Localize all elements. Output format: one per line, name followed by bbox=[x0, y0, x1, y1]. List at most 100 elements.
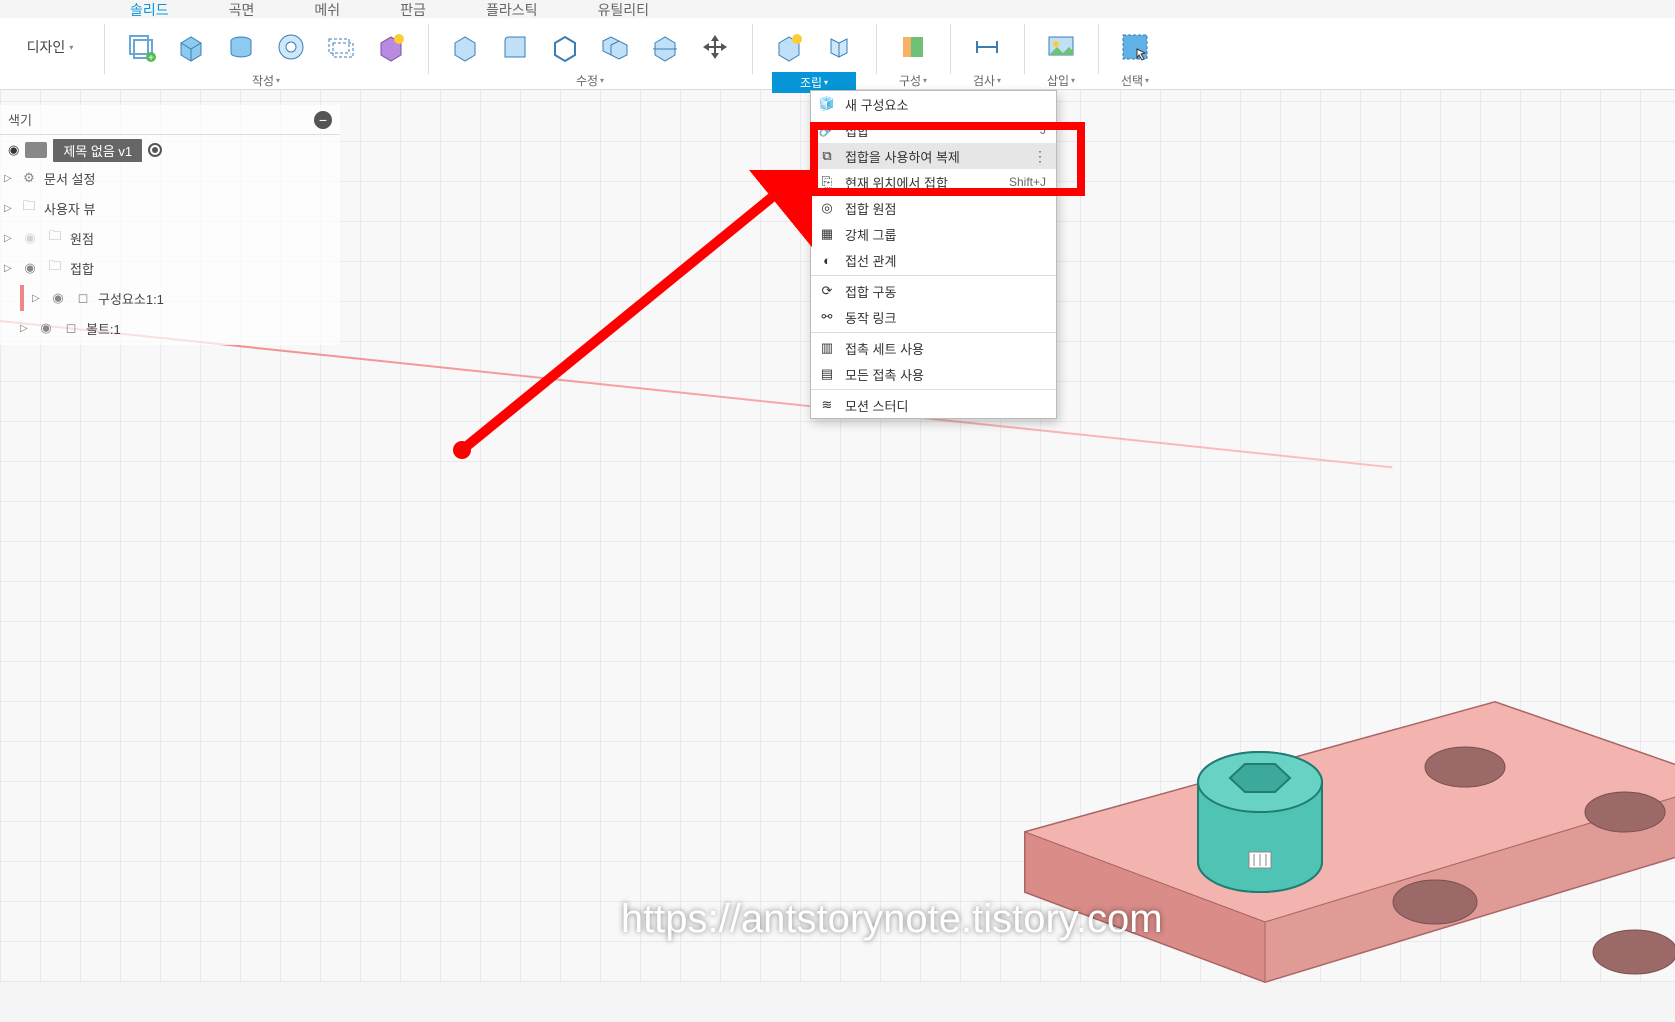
section-modify: 수정▾ bbox=[433, 24, 748, 89]
ribbon-tabs: 솔리드 곡면 메쉬 판금 플라스틱 유틸리티 bbox=[0, 0, 1675, 18]
tree-item-origin[interactable]: ▷ ◉ 🗀 원점 bbox=[0, 223, 340, 253]
section-construct-label[interactable]: 구성▾ bbox=[899, 72, 927, 89]
menu-drive-joints[interactable]: ⟳ 접합 구동 bbox=[811, 278, 1056, 304]
visibility-icon[interactable]: ◉ bbox=[36, 320, 56, 336]
divider bbox=[876, 24, 877, 74]
active-component-icon[interactable] bbox=[148, 143, 162, 157]
tree-label: 구성요소1:1 bbox=[98, 289, 164, 308]
measure-button[interactable] bbox=[965, 25, 1009, 69]
menu-rigid-group[interactable]: ▦ 강체 그룹 bbox=[811, 221, 1056, 247]
visibility-icon[interactable]: ◉ bbox=[20, 260, 40, 276]
section-inspect-label[interactable]: 검사▾ bbox=[973, 72, 1001, 89]
tree-item-component1[interactable]: ▷ ◉ ◻ 구성요소1:1 bbox=[0, 283, 340, 313]
sketch-button[interactable]: + bbox=[119, 25, 163, 69]
tree-label: 문서 설정 bbox=[44, 169, 95, 188]
section-construct: 구성▾ bbox=[881, 24, 946, 89]
section-insert-label[interactable]: 삽입▾ bbox=[1047, 72, 1075, 89]
kebab-icon[interactable]: ⋮ bbox=[1033, 148, 1046, 165]
tree-label: 접합 bbox=[70, 259, 94, 278]
extrude-button[interactable] bbox=[169, 25, 213, 69]
menu-motion-study[interactable]: ≋ 모션 스터디 bbox=[811, 392, 1056, 418]
expand-icon[interactable]: ▷ bbox=[4, 203, 14, 214]
chevron-down-icon: ▾ bbox=[824, 78, 828, 87]
menu-label: 접합 원점 bbox=[845, 199, 1046, 218]
menu-label: 동작 링크 bbox=[845, 308, 1046, 327]
joint-origin-icon: ◎ bbox=[817, 199, 837, 217]
assemble-dropdown-menu: 🧊 새 구성요소 🔗 접합 J ⧉ 접합을 사용하여 복제 ⋮ ⎘ 현재 위치에… bbox=[810, 90, 1057, 419]
menu-label: 새 구성요소 bbox=[845, 95, 1046, 114]
collapse-button[interactable]: − bbox=[314, 111, 332, 129]
document-title: 제목 없음 v1 bbox=[53, 139, 142, 162]
browser-root[interactable]: ◉ 제목 없음 v1 bbox=[0, 137, 340, 163]
split-body-button[interactable] bbox=[643, 25, 687, 69]
combine-button[interactable] bbox=[593, 25, 637, 69]
fillet-button[interactable] bbox=[493, 25, 537, 69]
menu-motion-link[interactable]: ⚯ 동작 링크 bbox=[811, 304, 1056, 330]
menu-label: 모션 스터디 bbox=[845, 396, 1046, 415]
menu-new-component[interactable]: 🧊 새 구성요소 bbox=[811, 91, 1056, 117]
ribbon-toolbar: 디자인 ▾ + 작성▾ bbox=[0, 18, 1675, 90]
browser-panel: 색기 − ◉ 제목 없음 v1 ▷ ⚙ 문서 설정 ▷ 🗀 사용자 뷰 ▷ ◉ … bbox=[0, 105, 340, 345]
expand-icon[interactable]: ▷ bbox=[4, 263, 14, 274]
chevron-down-icon: ▾ bbox=[997, 76, 1001, 85]
move-button[interactable] bbox=[693, 25, 737, 69]
visibility-icon[interactable]: ◉ bbox=[48, 290, 68, 306]
expand-icon[interactable]: ▷ bbox=[4, 173, 14, 184]
joint-icon: 🔗 bbox=[817, 121, 837, 139]
visibility-icon[interactable]: ◉ bbox=[8, 142, 19, 158]
motion-link-icon: ⚯ bbox=[817, 308, 837, 326]
rectangle-button[interactable] bbox=[319, 25, 363, 69]
divider bbox=[752, 24, 753, 74]
tree-label: 사용자 뷰 bbox=[44, 199, 95, 218]
chevron-down-icon: ▾ bbox=[1145, 76, 1149, 85]
tree-label: 볼트:1 bbox=[86, 319, 121, 338]
tab-mesh[interactable]: 메쉬 bbox=[314, 0, 340, 18]
form-button[interactable] bbox=[369, 25, 413, 69]
section-select-label[interactable]: 선택▾ bbox=[1121, 72, 1149, 89]
workspace-dropdown[interactable]: 디자인 ▾ bbox=[0, 24, 100, 70]
tab-sheetmetal[interactable]: 판금 bbox=[400, 0, 426, 18]
visibility-off-icon[interactable]: ◉ bbox=[20, 230, 40, 246]
chevron-down-icon: ▾ bbox=[276, 76, 280, 85]
select-button[interactable] bbox=[1113, 25, 1157, 69]
tree-item-doc-settings[interactable]: ▷ ⚙ 문서 설정 bbox=[0, 163, 340, 193]
accent-bar bbox=[20, 285, 24, 311]
shell-button[interactable] bbox=[543, 25, 587, 69]
menu-as-built-joint[interactable]: ⎘ 현재 위치에서 접합 Shift+J bbox=[811, 169, 1056, 195]
tab-plastic[interactable]: 플라스틱 bbox=[486, 0, 538, 18]
hole-button[interactable] bbox=[269, 25, 313, 69]
menu-pattern-joint[interactable]: ⧉ 접합을 사용하여 복제 ⋮ bbox=[811, 143, 1056, 169]
section-create-label[interactable]: 작성▾ bbox=[252, 72, 280, 89]
tree-item-joints[interactable]: ▷ ◉ 🗀 접합 bbox=[0, 253, 340, 283]
construct-plane-button[interactable] bbox=[891, 25, 935, 69]
expand-icon[interactable]: ▷ bbox=[32, 293, 42, 304]
pattern-joint-icon: ⧉ bbox=[817, 147, 837, 165]
motion-study-icon: ≋ bbox=[817, 396, 837, 414]
menu-separator bbox=[811, 389, 1056, 390]
tree-item-bolt1[interactable]: ▷ ◉ ◻ 볼트:1 bbox=[0, 313, 340, 343]
press-pull-button[interactable] bbox=[443, 25, 487, 69]
chevron-down-icon: ▾ bbox=[1071, 76, 1075, 85]
document-icon bbox=[25, 142, 47, 158]
tab-surface[interactable]: 곡면 bbox=[229, 0, 255, 18]
expand-icon[interactable]: ▷ bbox=[4, 233, 14, 244]
expand-icon[interactable]: ▷ bbox=[20, 323, 30, 334]
drive-joints-icon: ⟳ bbox=[817, 282, 837, 300]
tree-item-user-views[interactable]: ▷ 🗀 사용자 뷰 bbox=[0, 193, 340, 223]
section-insert: 삽입▾ bbox=[1029, 24, 1094, 89]
menu-separator bbox=[811, 275, 1056, 276]
new-component-button[interactable] bbox=[767, 25, 811, 69]
menu-joint[interactable]: 🔗 접합 J bbox=[811, 117, 1056, 143]
menu-enable-all-contact[interactable]: ▤ 모든 접촉 사용 bbox=[811, 361, 1056, 387]
section-modify-label[interactable]: 수정▾ bbox=[576, 72, 604, 89]
insert-button[interactable] bbox=[1039, 25, 1083, 69]
menu-tangent-relation[interactable]: ◐ 접선 관계 bbox=[811, 247, 1056, 273]
joint-button[interactable] bbox=[817, 25, 861, 69]
revolve-button[interactable] bbox=[219, 25, 263, 69]
tab-utility[interactable]: 유틸리티 bbox=[597, 0, 649, 18]
menu-enable-contact-sets[interactable]: ▥ 접촉 세트 사용 bbox=[811, 335, 1056, 361]
tab-solid[interactable]: 솔리드 bbox=[130, 0, 169, 18]
menu-joint-origin[interactable]: ◎ 접합 원점 bbox=[811, 195, 1056, 221]
component-icon: ◻ bbox=[74, 290, 92, 306]
menu-separator bbox=[811, 332, 1056, 333]
